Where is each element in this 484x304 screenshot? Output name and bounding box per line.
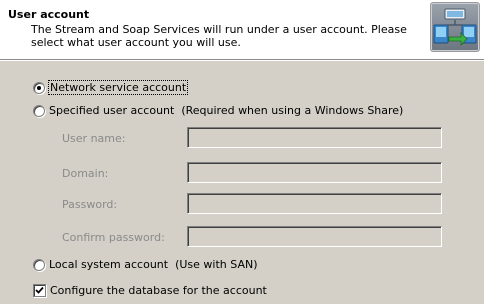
confirm-password-label: Confirm password: bbox=[62, 231, 165, 244]
wizard-header: User account The Stream and Soap Service… bbox=[0, 0, 484, 60]
configure-db-option[interactable]: Configure the database for the account bbox=[33, 284, 267, 297]
username-label: User name: bbox=[62, 132, 126, 145]
network-services-icon bbox=[430, 2, 480, 52]
specified-user-label[interactable]: Specified user account (Required when us… bbox=[49, 104, 403, 117]
password-input[interactable] bbox=[187, 193, 442, 214]
page-description: The Stream and Soap Services will run un… bbox=[31, 23, 407, 49]
network-service-label[interactable]: Network service account bbox=[47, 80, 189, 95]
network-service-radio[interactable] bbox=[33, 81, 45, 94]
header-divider bbox=[0, 60, 484, 61]
local-system-label[interactable]: Local system account (Use with SAN) bbox=[49, 258, 258, 271]
username-input[interactable] bbox=[187, 127, 442, 148]
local-system-radio[interactable] bbox=[33, 258, 45, 271]
network-service-option[interactable]: Network service account bbox=[33, 80, 189, 95]
specified-user-option[interactable]: Specified user account (Required when us… bbox=[33, 104, 403, 117]
check-mark-icon bbox=[35, 286, 44, 294]
confirm-password-input[interactable] bbox=[187, 226, 442, 247]
domain-label: Domain: bbox=[62, 167, 109, 180]
specified-user-radio[interactable] bbox=[33, 104, 45, 117]
page-title: User account bbox=[8, 8, 90, 21]
local-system-option[interactable]: Local system account (Use with SAN) bbox=[33, 258, 258, 271]
domain-input[interactable] bbox=[187, 162, 442, 183]
password-label: Password: bbox=[62, 198, 118, 211]
configure-db-checkbox[interactable] bbox=[33, 284, 46, 297]
configure-db-label[interactable]: Configure the database for the account bbox=[50, 284, 267, 297]
